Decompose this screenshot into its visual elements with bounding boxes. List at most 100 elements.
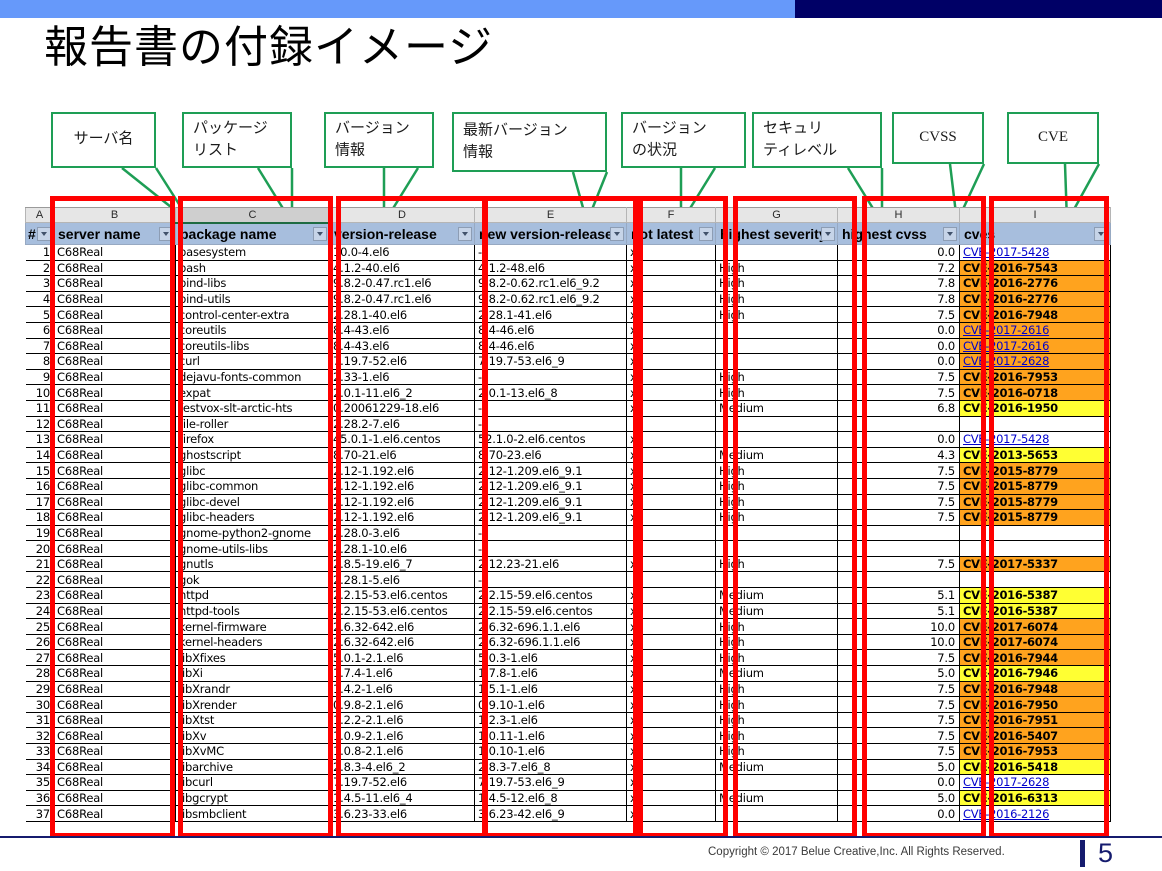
cell-highest-severity: High <box>715 696 838 713</box>
cell-not-latest: x <box>626 805 716 822</box>
cell-cves[interactable]: CVE-2015-8779 <box>959 493 1111 511</box>
cell-cves[interactable]: CVE-2017-5428 <box>959 431 1111 448</box>
cell-cves[interactable]: CVE-2015-8779 <box>959 462 1111 479</box>
cell-cves[interactable]: CVE-2017-5337 <box>959 555 1111 573</box>
banner-light-segment <box>0 0 795 18</box>
filter-dropdown-icon[interactable] <box>159 226 173 241</box>
cell-new-version-release: 2.12-1.209.el6_9.1 <box>474 462 627 479</box>
page-title: 報告書の付録イメージ <box>44 22 494 73</box>
cell-highest-cvss: 4.3 <box>837 446 960 464</box>
cell-package-name: control-center-extra <box>175 306 330 323</box>
cell-cves[interactable]: CVE-2017-2616 <box>959 321 1111 339</box>
cell-cves <box>959 415 1111 433</box>
cell-cves[interactable]: CVE-2016-2126 <box>959 805 1111 822</box>
cell-new-version-release: 2.2.15-59.el6.centos <box>474 602 627 620</box>
filter-dropdown-icon[interactable] <box>458 226 472 241</box>
cell-not-latest: x <box>626 321 716 339</box>
cell-cves[interactable]: CVE-2013-5653 <box>959 446 1111 464</box>
cell-cves[interactable]: CVE-2016-1950 <box>959 399 1111 417</box>
cell-highest-severity <box>715 774 838 791</box>
column-header-h[interactable]: H <box>837 207 960 223</box>
filter-dropdown-icon[interactable] <box>37 226 51 241</box>
cell-server-name: C68Real <box>53 524 176 542</box>
column-header-c[interactable]: C <box>175 207 330 224</box>
filter-dropdown-icon[interactable] <box>1094 226 1108 241</box>
filter-dropdown-icon[interactable] <box>943 226 957 241</box>
cell-version-release: 1.7.4-1.el6 <box>329 665 475 682</box>
cell-highest-cvss: 7.5 <box>837 711 960 729</box>
callout-box: バージョン 情報 <box>324 112 434 168</box>
table-row: 35 C68Real libcurl 7.19.7-52.el6 7.19.7-53.e… <box>25 774 1111 791</box>
cell-cves[interactable]: CVE-2017-2628 <box>959 353 1111 370</box>
cell-package-name: coreutils <box>175 321 330 339</box>
row-number: 10 <box>25 384 54 401</box>
table-row: 4 C68Real bind-utils 9.8.2-0.47.rc1.el6 9.8.… <box>25 290 1111 308</box>
row-number: 25 <box>25 618 54 635</box>
filter-dropdown-icon[interactable] <box>699 226 713 241</box>
cell-cves[interactable]: CVE-2016-7946 <box>959 665 1111 682</box>
header-label: package name <box>180 225 277 242</box>
cell-cves[interactable]: CVE-2016-7543 <box>959 259 1111 277</box>
cell-cves[interactable]: CVE-2017-6074 <box>959 618 1111 635</box>
cell-cves[interactable]: CVE-2015-8779 <box>959 477 1111 495</box>
cell-cves[interactable]: CVE-2016-0718 <box>959 384 1111 401</box>
filter-dropdown-icon[interactable] <box>821 226 835 241</box>
column-header-e[interactable]: E <box>474 207 627 223</box>
column-header-f[interactable]: F <box>626 207 716 223</box>
cell-cves[interactable]: CVE-2016-5387 <box>959 602 1111 620</box>
cell-cves[interactable]: CVE-2016-7948 <box>959 680 1111 698</box>
cell-cves[interactable]: CVE-2016-5418 <box>959 758 1111 776</box>
column-header-g[interactable]: G <box>715 207 838 223</box>
column-header-b[interactable]: B <box>53 207 176 223</box>
cell-cves[interactable]: CVE-2016-5387 <box>959 587 1111 604</box>
cell-cves[interactable]: CVE-2016-7948 <box>959 306 1111 323</box>
row-number: 15 <box>25 462 54 479</box>
cell-cves[interactable]: CVE-2017-2616 <box>959 337 1111 355</box>
cell-cves[interactable]: CVE-2016-7953 <box>959 743 1111 760</box>
cell-version-release: 2.12-1.192.el6 <box>329 477 475 495</box>
cell-cves[interactable]: CVE-2016-7953 <box>959 368 1111 386</box>
cell-highest-severity: High <box>715 259 838 277</box>
table-row: 26 C68Real kernel-headers 2.6.32-642.el6 2.6… <box>25 633 1111 651</box>
row-number: 6 <box>25 321 54 339</box>
cell-server-name: C68Real <box>53 493 176 511</box>
cell-version-release: 2.6.32-642.el6 <box>329 633 475 651</box>
column-header-d[interactable]: D <box>329 207 475 223</box>
cell-cves[interactable]: CVE-2016-7944 <box>959 649 1111 667</box>
cell-cves[interactable]: CVE-2016-7951 <box>959 711 1111 729</box>
table-row: 17 C68Real glibc-devel 2.12-1.192.el6 2.12-1… <box>25 493 1111 511</box>
cell-server-name: C68Real <box>53 696 176 713</box>
column-header-i[interactable]: I <box>959 207 1111 223</box>
cell-cves[interactable]: CVE-2017-2628 <box>959 774 1111 791</box>
cell-highest-severity: High <box>715 290 838 308</box>
column-header-a[interactable]: A <box>25 207 54 223</box>
cell-cves <box>959 524 1111 542</box>
cell-highest-cvss: 7.5 <box>837 696 960 713</box>
cell-package-name: glibc-devel <box>175 493 330 511</box>
cell-new-version-release: 2.12-1.209.el6_9.1 <box>474 477 627 495</box>
cell-new-version-release: - <box>474 399 627 417</box>
cell-cves[interactable]: CVE-2016-6313 <box>959 789 1111 807</box>
cell-cves[interactable]: CVE-2017-6074 <box>959 633 1111 651</box>
cell-highest-cvss: 0.0 <box>837 774 960 791</box>
cell-cves[interactable]: CVE-2016-2776 <box>959 275 1111 292</box>
header-cell-new-version-release: new version-release <box>474 222 627 245</box>
filter-dropdown-icon[interactable] <box>610 226 624 241</box>
cell-version-release: 2.12-1.192.el6 <box>329 509 475 526</box>
cell-new-version-release: - <box>474 524 627 542</box>
cell-cves[interactable]: CVE-2016-7950 <box>959 696 1111 713</box>
cell-not-latest: x <box>626 477 716 495</box>
table-row: 32 C68Real libXv 1.0.9-2.1.el6 1.0.11-1.el6 x… <box>25 727 1111 744</box>
cell-cves[interactable]: CVE-2016-2776 <box>959 290 1111 308</box>
cell-highest-cvss: 7.2 <box>837 259 960 277</box>
cell-highest-severity: Medium <box>715 602 838 620</box>
cell-version-release: 2.28.1-10.el6 <box>329 540 475 557</box>
cell-server-name: C68Real <box>53 446 176 464</box>
cell-cves[interactable]: CVE-2017-5428 <box>959 244 1111 261</box>
cell-cves[interactable]: CVE-2015-8779 <box>959 509 1111 526</box>
filter-dropdown-icon[interactable] <box>313 226 327 241</box>
cell-cves[interactable]: CVE-2016-5407 <box>959 727 1111 744</box>
row-number: 34 <box>25 758 54 776</box>
cell-highest-cvss: 7.5 <box>837 555 960 573</box>
cell-package-name: libXrandr <box>175 680 330 698</box>
